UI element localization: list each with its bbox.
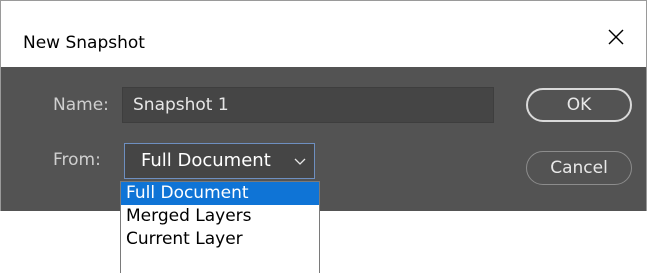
dialog-body: Name: Snapshot 1 From: Full Document OK …	[1, 67, 646, 211]
from-select[interactable]: Full Document	[124, 143, 315, 179]
name-field[interactable]: Snapshot 1	[122, 87, 494, 123]
dropdown-option-current-layer[interactable]: Current Layer	[121, 228, 319, 251]
close-button[interactable]	[602, 23, 630, 51]
from-dropdown-list: Full Document Merged Layers Current Laye…	[120, 181, 320, 273]
cancel-button[interactable]: Cancel	[526, 151, 632, 185]
ok-button[interactable]: OK	[526, 88, 632, 122]
new-snapshot-dialog: New Snapshot Name: Snapshot 1 From: Full…	[0, 0, 647, 211]
dropdown-option-merged-layers[interactable]: Merged Layers	[121, 205, 319, 228]
chevron-down-icon	[294, 158, 306, 165]
dropdown-option-full-document[interactable]: Full Document	[121, 182, 319, 205]
from-selected-value: Full Document	[141, 150, 271, 171]
name-label: Name:	[53, 95, 109, 115]
from-label: From:	[53, 150, 101, 170]
close-icon	[608, 29, 624, 45]
dialog-titlebar: New Snapshot	[1, 1, 646, 67]
dialog-title: New Snapshot	[23, 33, 145, 53]
